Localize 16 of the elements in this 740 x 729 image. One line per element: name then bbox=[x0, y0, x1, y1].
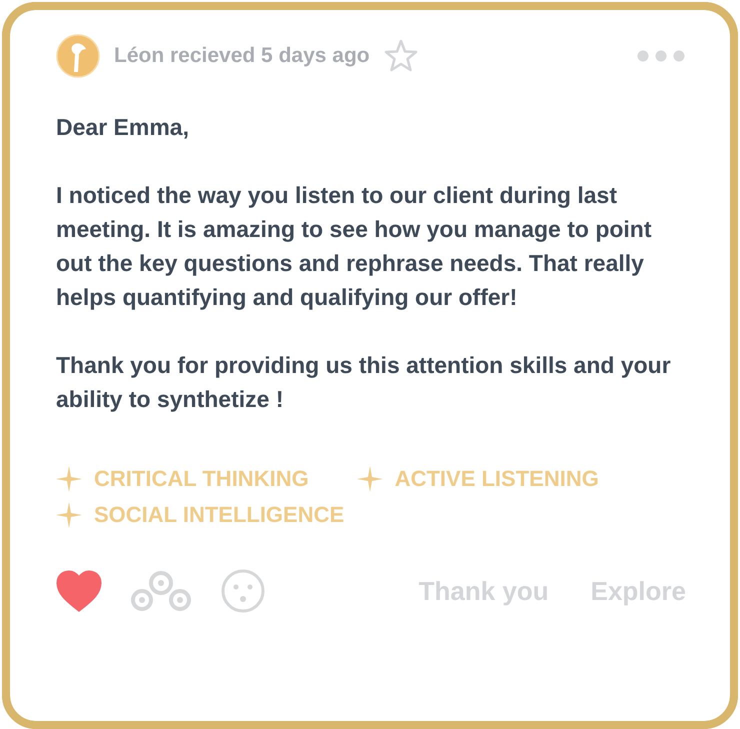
more-options-icon[interactable] bbox=[636, 49, 686, 63]
people-group-icon[interactable] bbox=[130, 568, 192, 614]
heart-icon[interactable] bbox=[56, 568, 102, 614]
star-icon[interactable] bbox=[384, 39, 418, 73]
message-greeting: Dear Emma, bbox=[56, 113, 190, 142]
skill-tag: CRITICAL THINKING bbox=[56, 466, 309, 492]
avatar-icon bbox=[56, 34, 100, 78]
received-info: Léon recieved 5 days ago bbox=[114, 44, 370, 68]
sparkle-icon bbox=[356, 466, 383, 492]
sparkle-icon bbox=[56, 466, 82, 492]
skill-tag: ACTIVE LISTENING bbox=[356, 466, 599, 492]
sparkle-icon bbox=[56, 502, 82, 528]
message-paragraph: Thank you for providing us this attention skills and your ability to synthetize ! bbox=[56, 351, 671, 414]
message-paragraph: I noticed the way you listen to our client during last meeting. It is amazing to see how you manage to point out the key questions and rephrase needs. That really helps quantifying and qualifying our offer! bbox=[56, 181, 653, 312]
surprised-face-icon[interactable] bbox=[220, 568, 266, 614]
skill-tag: SOCIAL INTELLIGENCE bbox=[56, 502, 344, 528]
